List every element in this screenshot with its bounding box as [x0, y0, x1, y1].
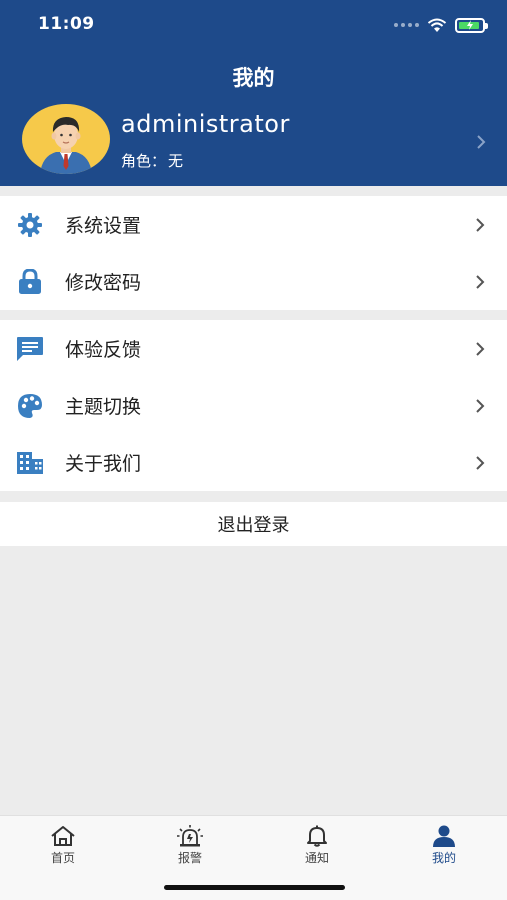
building-icon — [16, 449, 44, 477]
status-bar: 11:09 — [0, 0, 507, 48]
tab-home[interactable]: 首页 — [0, 816, 126, 876]
username: administrator — [121, 110, 290, 138]
tab-label: 我的 — [431, 851, 456, 865]
menu-item-system-settings[interactable]: 系统设置 — [0, 196, 507, 253]
person-icon — [432, 824, 456, 848]
profile-card[interactable]: administrator 角色：无 — [22, 104, 492, 178]
gear-icon — [16, 211, 44, 239]
tab-alarm[interactable]: 报警 — [127, 816, 253, 876]
wifi-icon — [427, 18, 447, 32]
menu-group-general: 体验反馈 主题切换 关于我们 — [0, 320, 507, 491]
message-icon — [16, 335, 44, 363]
home-indicator — [164, 885, 345, 890]
tab-mine[interactable]: 我的 — [381, 816, 507, 876]
lock-icon — [16, 268, 44, 296]
tab-notifications[interactable]: 通知 — [254, 816, 380, 876]
status-time: 11:09 — [38, 14, 95, 34]
page-title: 我的 — [232, 66, 275, 90]
chevron-right-icon — [476, 455, 485, 470]
menu-item-label: 主题切换 — [65, 396, 142, 418]
menu-item-about-us[interactable]: 关于我们 — [0, 434, 507, 491]
tab-label: 通知 — [304, 851, 329, 865]
menu-group-settings: 系统设置 修改密码 — [0, 196, 507, 310]
user-role: 角色：无 — [121, 150, 185, 171]
menu-item-feedback[interactable]: 体验反馈 — [0, 320, 507, 377]
battery-icon — [455, 17, 488, 33]
menu-item-theme[interactable]: 主题切换 — [0, 377, 507, 434]
chevron-right-icon — [476, 398, 485, 413]
menu-item-label: 关于我们 — [65, 453, 142, 475]
chevron-right-icon — [476, 341, 485, 356]
menu-item-change-password[interactable]: 修改密码 — [0, 253, 507, 310]
logout-button[interactable]: 退出登录 — [0, 502, 507, 546]
menu-item-label: 修改密码 — [65, 272, 142, 294]
tab-label: 报警 — [177, 851, 202, 865]
signal-icon — [394, 23, 419, 27]
avatar[interactable] — [22, 104, 110, 174]
menu-item-label: 体验反馈 — [65, 339, 142, 361]
chevron-right-icon — [476, 274, 485, 289]
bell-icon — [306, 824, 328, 848]
role-label: 角色： — [121, 152, 167, 170]
profile-header: 11:09 我的 administrator 角色： 无 — [0, 0, 507, 186]
palette-icon — [16, 392, 44, 420]
tab-label: 首页 — [50, 851, 75, 865]
role-value: 无 — [168, 152, 184, 170]
chevron-right-icon — [476, 130, 486, 155]
menu-item-label: 系统设置 — [65, 215, 142, 237]
chevron-right-icon — [476, 217, 485, 232]
home-icon — [50, 824, 76, 848]
alarm-icon — [177, 824, 203, 848]
status-indicators — [394, 16, 488, 34]
